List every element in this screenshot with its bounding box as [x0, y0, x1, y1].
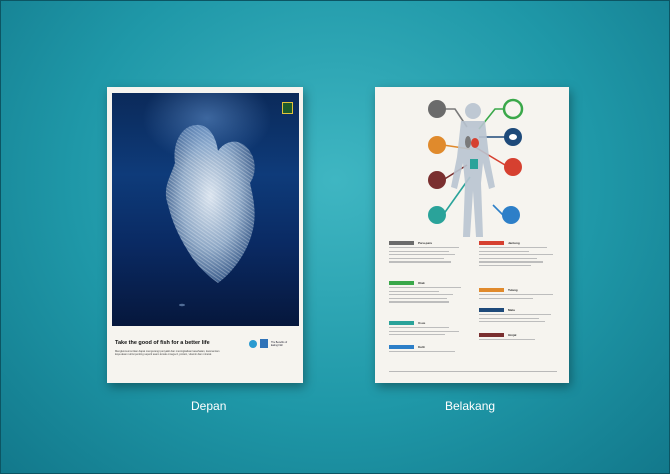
category-paru-paru: Paru-paru: [389, 241, 469, 265]
school-of-fish-heart-photo: [112, 93, 299, 326]
category-tulang: Tulang: [479, 288, 559, 301]
front-poster: Take the good of fish for a better life …: [107, 87, 303, 383]
category-otak: Otak: [389, 281, 469, 305]
back-footnote: [389, 371, 557, 373]
canvas-frame: [0, 0, 670, 474]
category-ginjal: Ginjal: [479, 333, 559, 343]
category-mata: Mata: [479, 308, 559, 325]
category-jantung: Jantung: [479, 241, 559, 268]
front-logos: The Benefits of Eating Fish: [249, 339, 293, 348]
body-organ-infographic: [428, 98, 524, 237]
label-front: Depan: [191, 399, 227, 413]
category-usus: Usus: [389, 321, 469, 338]
label-back: Belakang: [445, 399, 496, 413]
fish-logo-icon: [249, 339, 257, 348]
front-body-text: Mengkonsumsi ikan dapat mengurangi penya…: [115, 350, 220, 357]
logo-text: The Benefits of Eating Fish: [271, 340, 288, 347]
category-kulit: Kulit: [389, 345, 469, 355]
ministry-badge-icon: [282, 102, 293, 114]
back-poster: Paru-paru Otak Usus Kulit Jantung Tulang…: [375, 87, 569, 383]
campaign-logo-icon: [260, 339, 268, 348]
front-title: Take the good of fish for a better life: [115, 340, 210, 346]
